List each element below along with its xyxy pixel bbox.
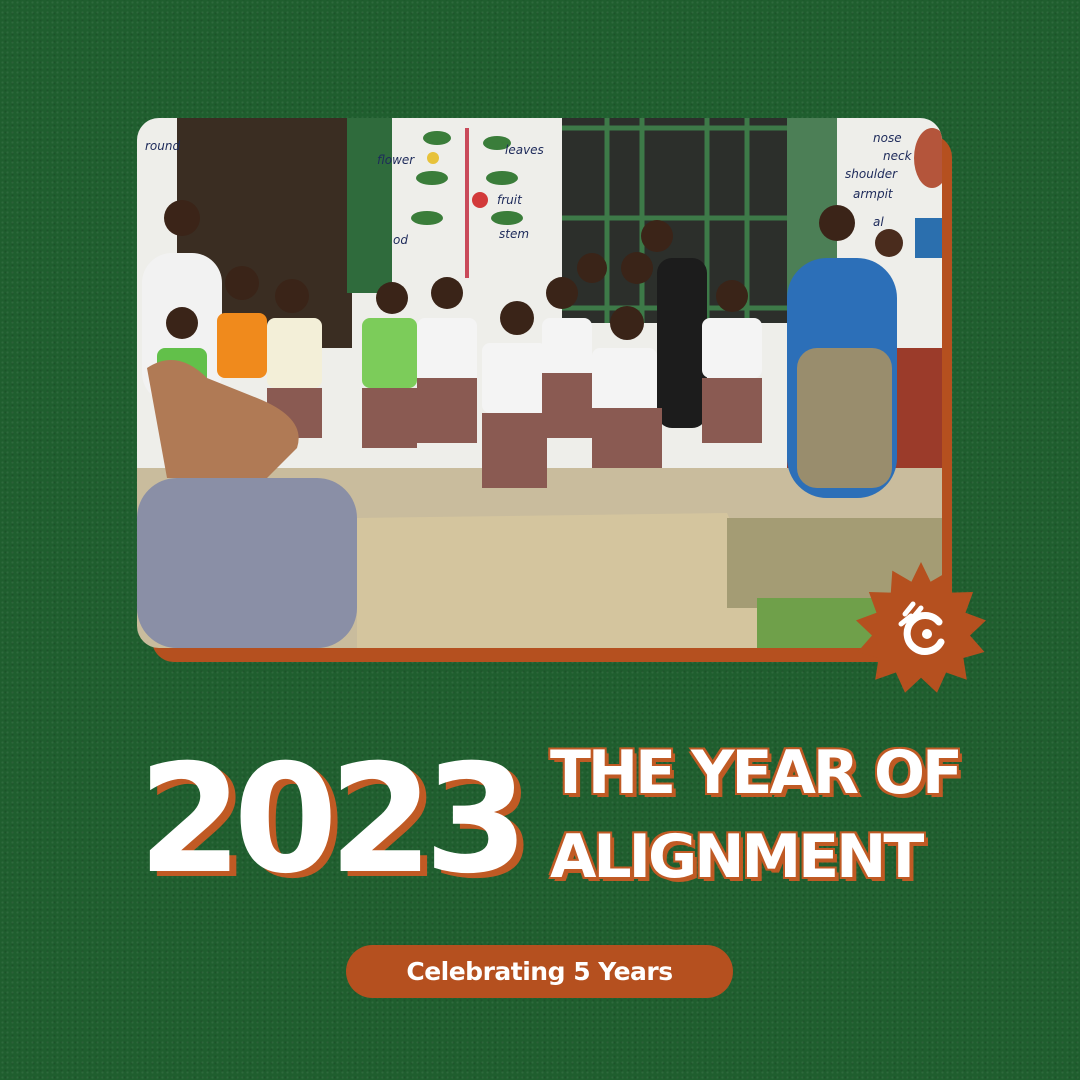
mural-label-leaves: leaves <box>505 143 544 157</box>
mural-label-round: round <box>145 139 180 153</box>
mural-label-flower: flower <box>377 153 415 167</box>
mural-label-fruit: fruit <box>497 193 523 207</box>
headline-line-2: ALIGNMENT <box>550 822 924 892</box>
school-group-photo: leaves fruit stem flower nose neck shoul… <box>137 118 942 648</box>
headline-line-1: THE YEAR OF <box>550 738 963 808</box>
mural-label-stem: stem <box>499 227 529 241</box>
mural-label-armpit: armpit <box>853 187 894 201</box>
mural-label-shoulder: shoulder <box>845 167 898 181</box>
tagline-pill: Celebrating 5 Years <box>346 945 733 998</box>
headline-year: 2023 <box>138 733 528 907</box>
mural-label-nose: nose <box>873 131 902 145</box>
mural-label-neck: neck <box>883 149 913 163</box>
mural-label-al: al <box>873 215 884 229</box>
hand-logo-icon <box>853 560 989 696</box>
mural-label-od: od <box>393 233 408 247</box>
